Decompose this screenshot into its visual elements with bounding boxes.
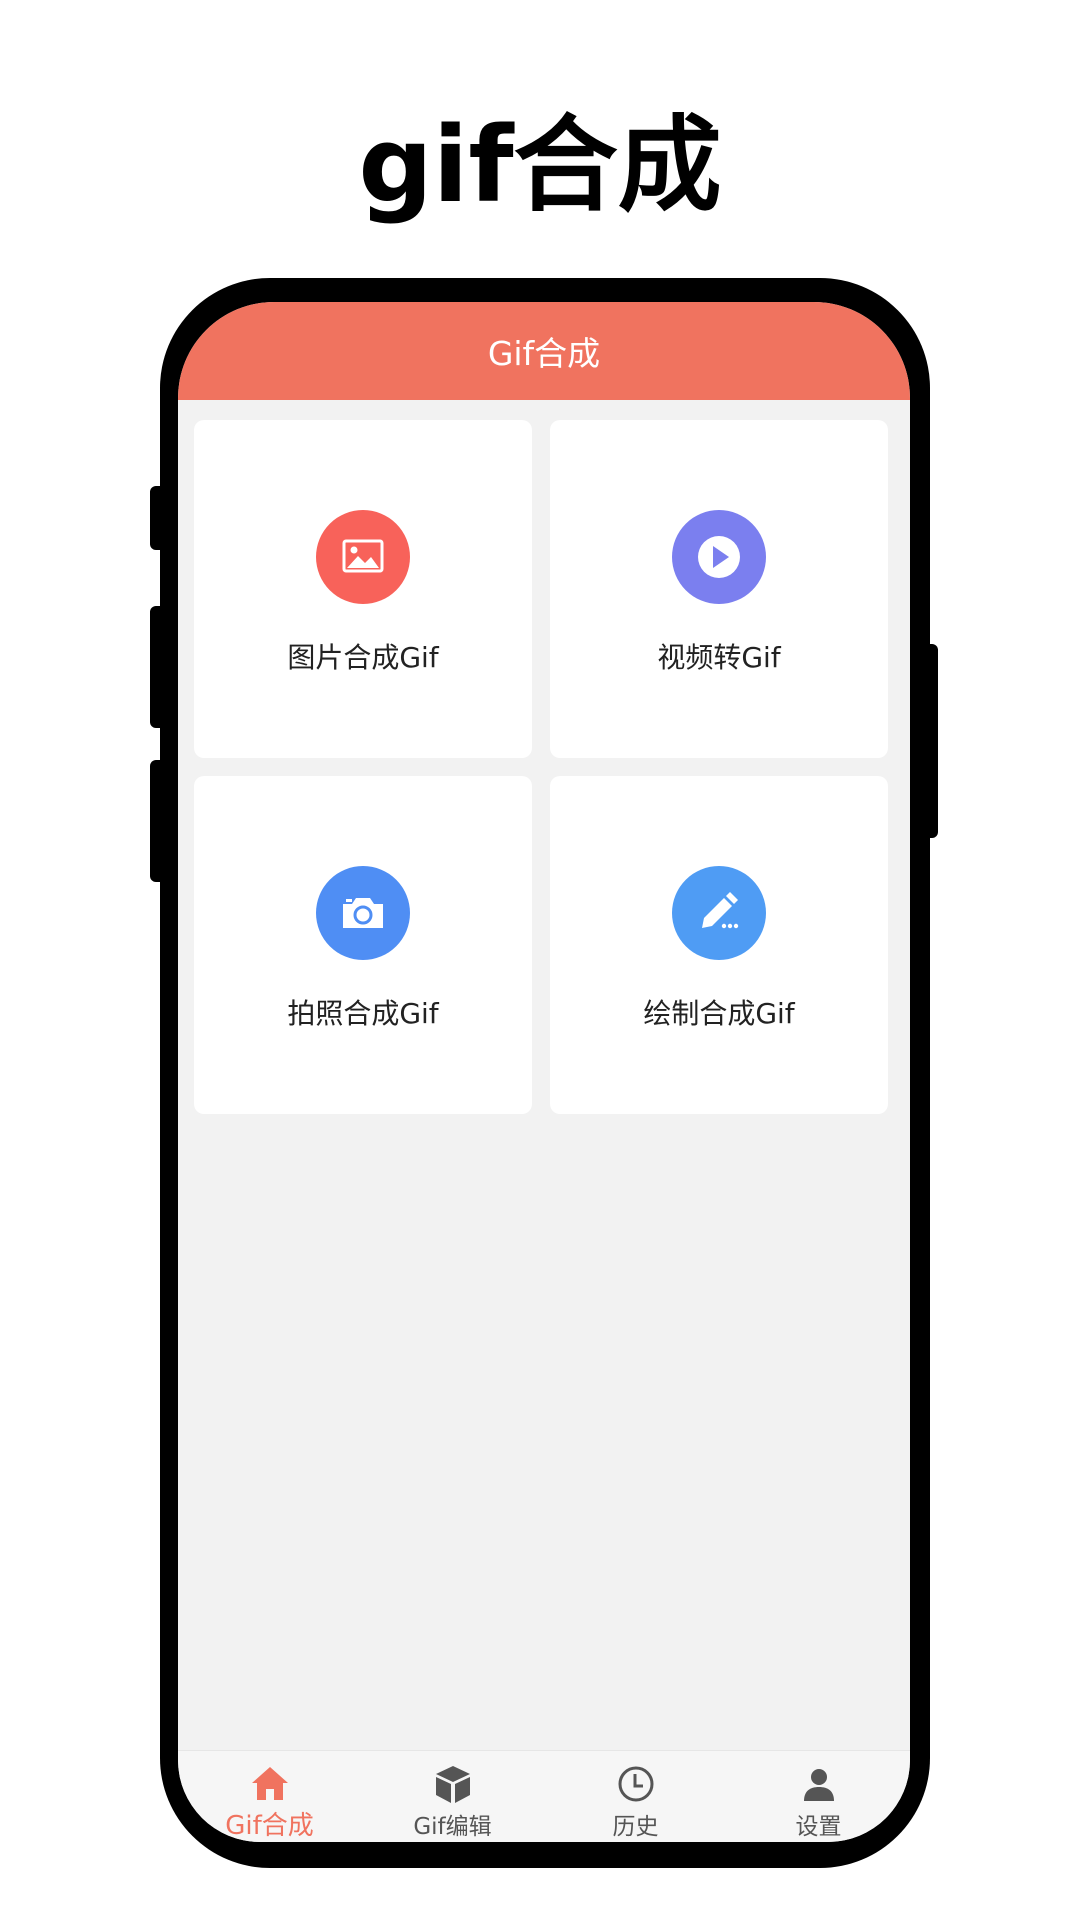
clock-icon [618, 1766, 654, 1802]
tab-label: 历史 [612, 1814, 659, 1840]
tab-label: Gif合成 [225, 1811, 314, 1841]
pencil-icon [672, 866, 766, 960]
phone-screen: Gif合成 图片合成Gif 视频转Gif 拍照合成Gif 绘制合成Gif Gif… [178, 302, 910, 1842]
image-icon [316, 510, 410, 604]
cube-icon [436, 1766, 470, 1803]
app-header-title: Gif合成 [178, 302, 910, 400]
tab-gif-compose[interactable]: Gif合成 [178, 1751, 361, 1842]
home-icon [252, 1767, 288, 1800]
tab-label: Gif编辑 [413, 1814, 492, 1840]
card-video-to-gif[interactable]: 视频转Gif [550, 420, 888, 758]
card-label: 图片合成Gif [287, 641, 439, 674]
card-label: 拍照合成Gif [287, 997, 439, 1030]
promo-title: gif合成 [358, 104, 722, 226]
tab-history[interactable]: 历史 [544, 1751, 727, 1842]
card-image-to-gif[interactable]: 图片合成Gif [194, 420, 532, 758]
phone-frame: Gif合成 图片合成Gif 视频转Gif 拍照合成Gif 绘制合成Gif Gif… [160, 278, 930, 1868]
camera-icon [316, 866, 410, 960]
card-label: 绘制合成Gif [643, 997, 795, 1030]
card-draw-to-gif[interactable]: 绘制合成Gif [550, 776, 888, 1114]
bottom-tab-bar: Gif合成 Gif编辑 历史 设置 [178, 1750, 910, 1842]
promo-page: gif合成 Gif合成 图片合成Gif 视频转Gif 拍照合成Gif 绘制合成G… [0, 0, 1080, 1920]
tab-label: 设置 [795, 1814, 842, 1840]
tab-gif-edit[interactable]: Gif编辑 [361, 1751, 544, 1842]
tab-settings[interactable]: 设置 [727, 1751, 910, 1842]
play-icon [672, 510, 766, 604]
card-label: 视频转Gif [657, 641, 781, 674]
card-photo-to-gif[interactable]: 拍照合成Gif [194, 776, 532, 1114]
user-icon [804, 1769, 834, 1801]
